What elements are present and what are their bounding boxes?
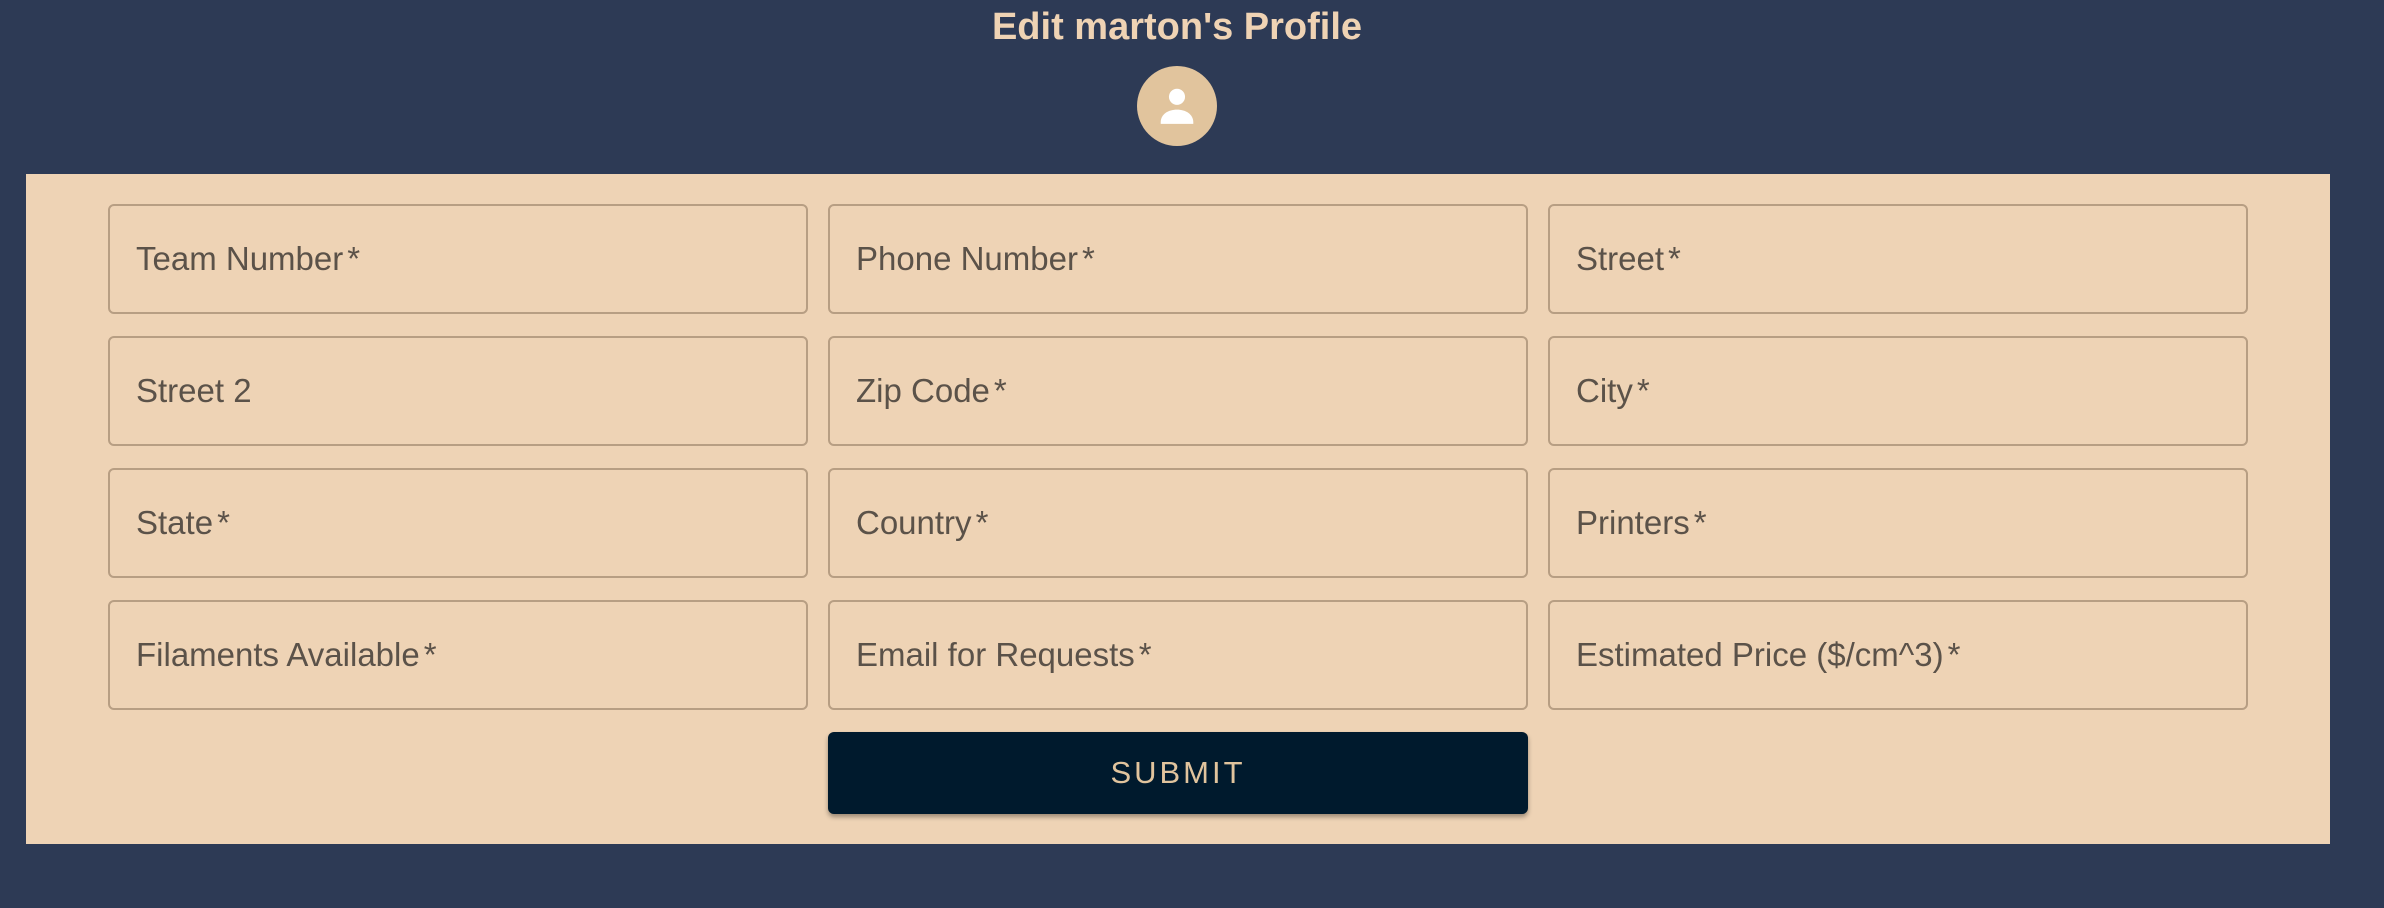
avatar: [1137, 66, 1217, 146]
estimated-price-field[interactable]: Estimated Price ($/cm^3) *: [1548, 600, 2248, 710]
required-marker: *: [1668, 240, 1681, 277]
required-marker: *: [347, 240, 361, 277]
field-label: Zip Code: [856, 372, 990, 409]
field-label: Email for Requests: [856, 636, 1135, 673]
required-marker: *: [1636, 372, 1650, 409]
field-label: Team Number: [136, 240, 344, 277]
field-label: Country: [856, 504, 972, 541]
field-label: Phone Number: [856, 240, 1078, 277]
street-2-field[interactable]: Street 2: [108, 336, 808, 446]
field-label: State: [136, 504, 214, 541]
required-marker: *: [1947, 636, 1961, 673]
field-label: Street 2: [136, 372, 252, 409]
email-for-requests-field[interactable]: Email for Requests *: [828, 600, 1528, 710]
team-number-field[interactable]: Team Number *: [108, 204, 808, 314]
street-field[interactable]: Street *: [1548, 204, 2248, 314]
required-marker: *: [423, 636, 437, 673]
printers-field[interactable]: Printers *: [1548, 468, 2248, 578]
state-field[interactable]: State *: [108, 468, 808, 578]
zip-code-field[interactable]: Zip Code *: [828, 336, 1528, 446]
required-marker: *: [1138, 636, 1152, 673]
field-label: Filaments Available: [136, 636, 420, 673]
field-label: Printers: [1576, 504, 1690, 541]
country-field[interactable]: Country *: [828, 468, 1528, 578]
required-marker: *: [993, 372, 1007, 409]
required-marker: *: [1081, 240, 1095, 277]
required-marker: *: [1693, 504, 1707, 541]
form-fields-grid: Team Number * Phone Number * Street * Stree…: [108, 204, 2248, 710]
submit-button[interactable]: SUBMIT: [828, 732, 1528, 814]
field-label: City: [1576, 372, 1633, 409]
filaments-available-field[interactable]: Filaments Available *: [108, 600, 808, 710]
city-field[interactable]: City *: [1548, 336, 2248, 446]
person-icon: [1160, 88, 1194, 124]
phone-number-field[interactable]: Phone Number *: [828, 204, 1528, 314]
page-title: Edit marton's Profile: [991, 6, 1363, 48]
edit-profile-page: Edit marton's Profile Team Number * Phone…: [0, 0, 2384, 908]
field-label: Estimated Price ($/cm^3): [1576, 636, 1944, 673]
required-marker: *: [217, 504, 230, 541]
profile-form: Team Number * Phone Number * Street * Stree…: [26, 174, 2330, 844]
required-marker: *: [975, 504, 989, 541]
field-label: Street: [1576, 240, 1665, 277]
